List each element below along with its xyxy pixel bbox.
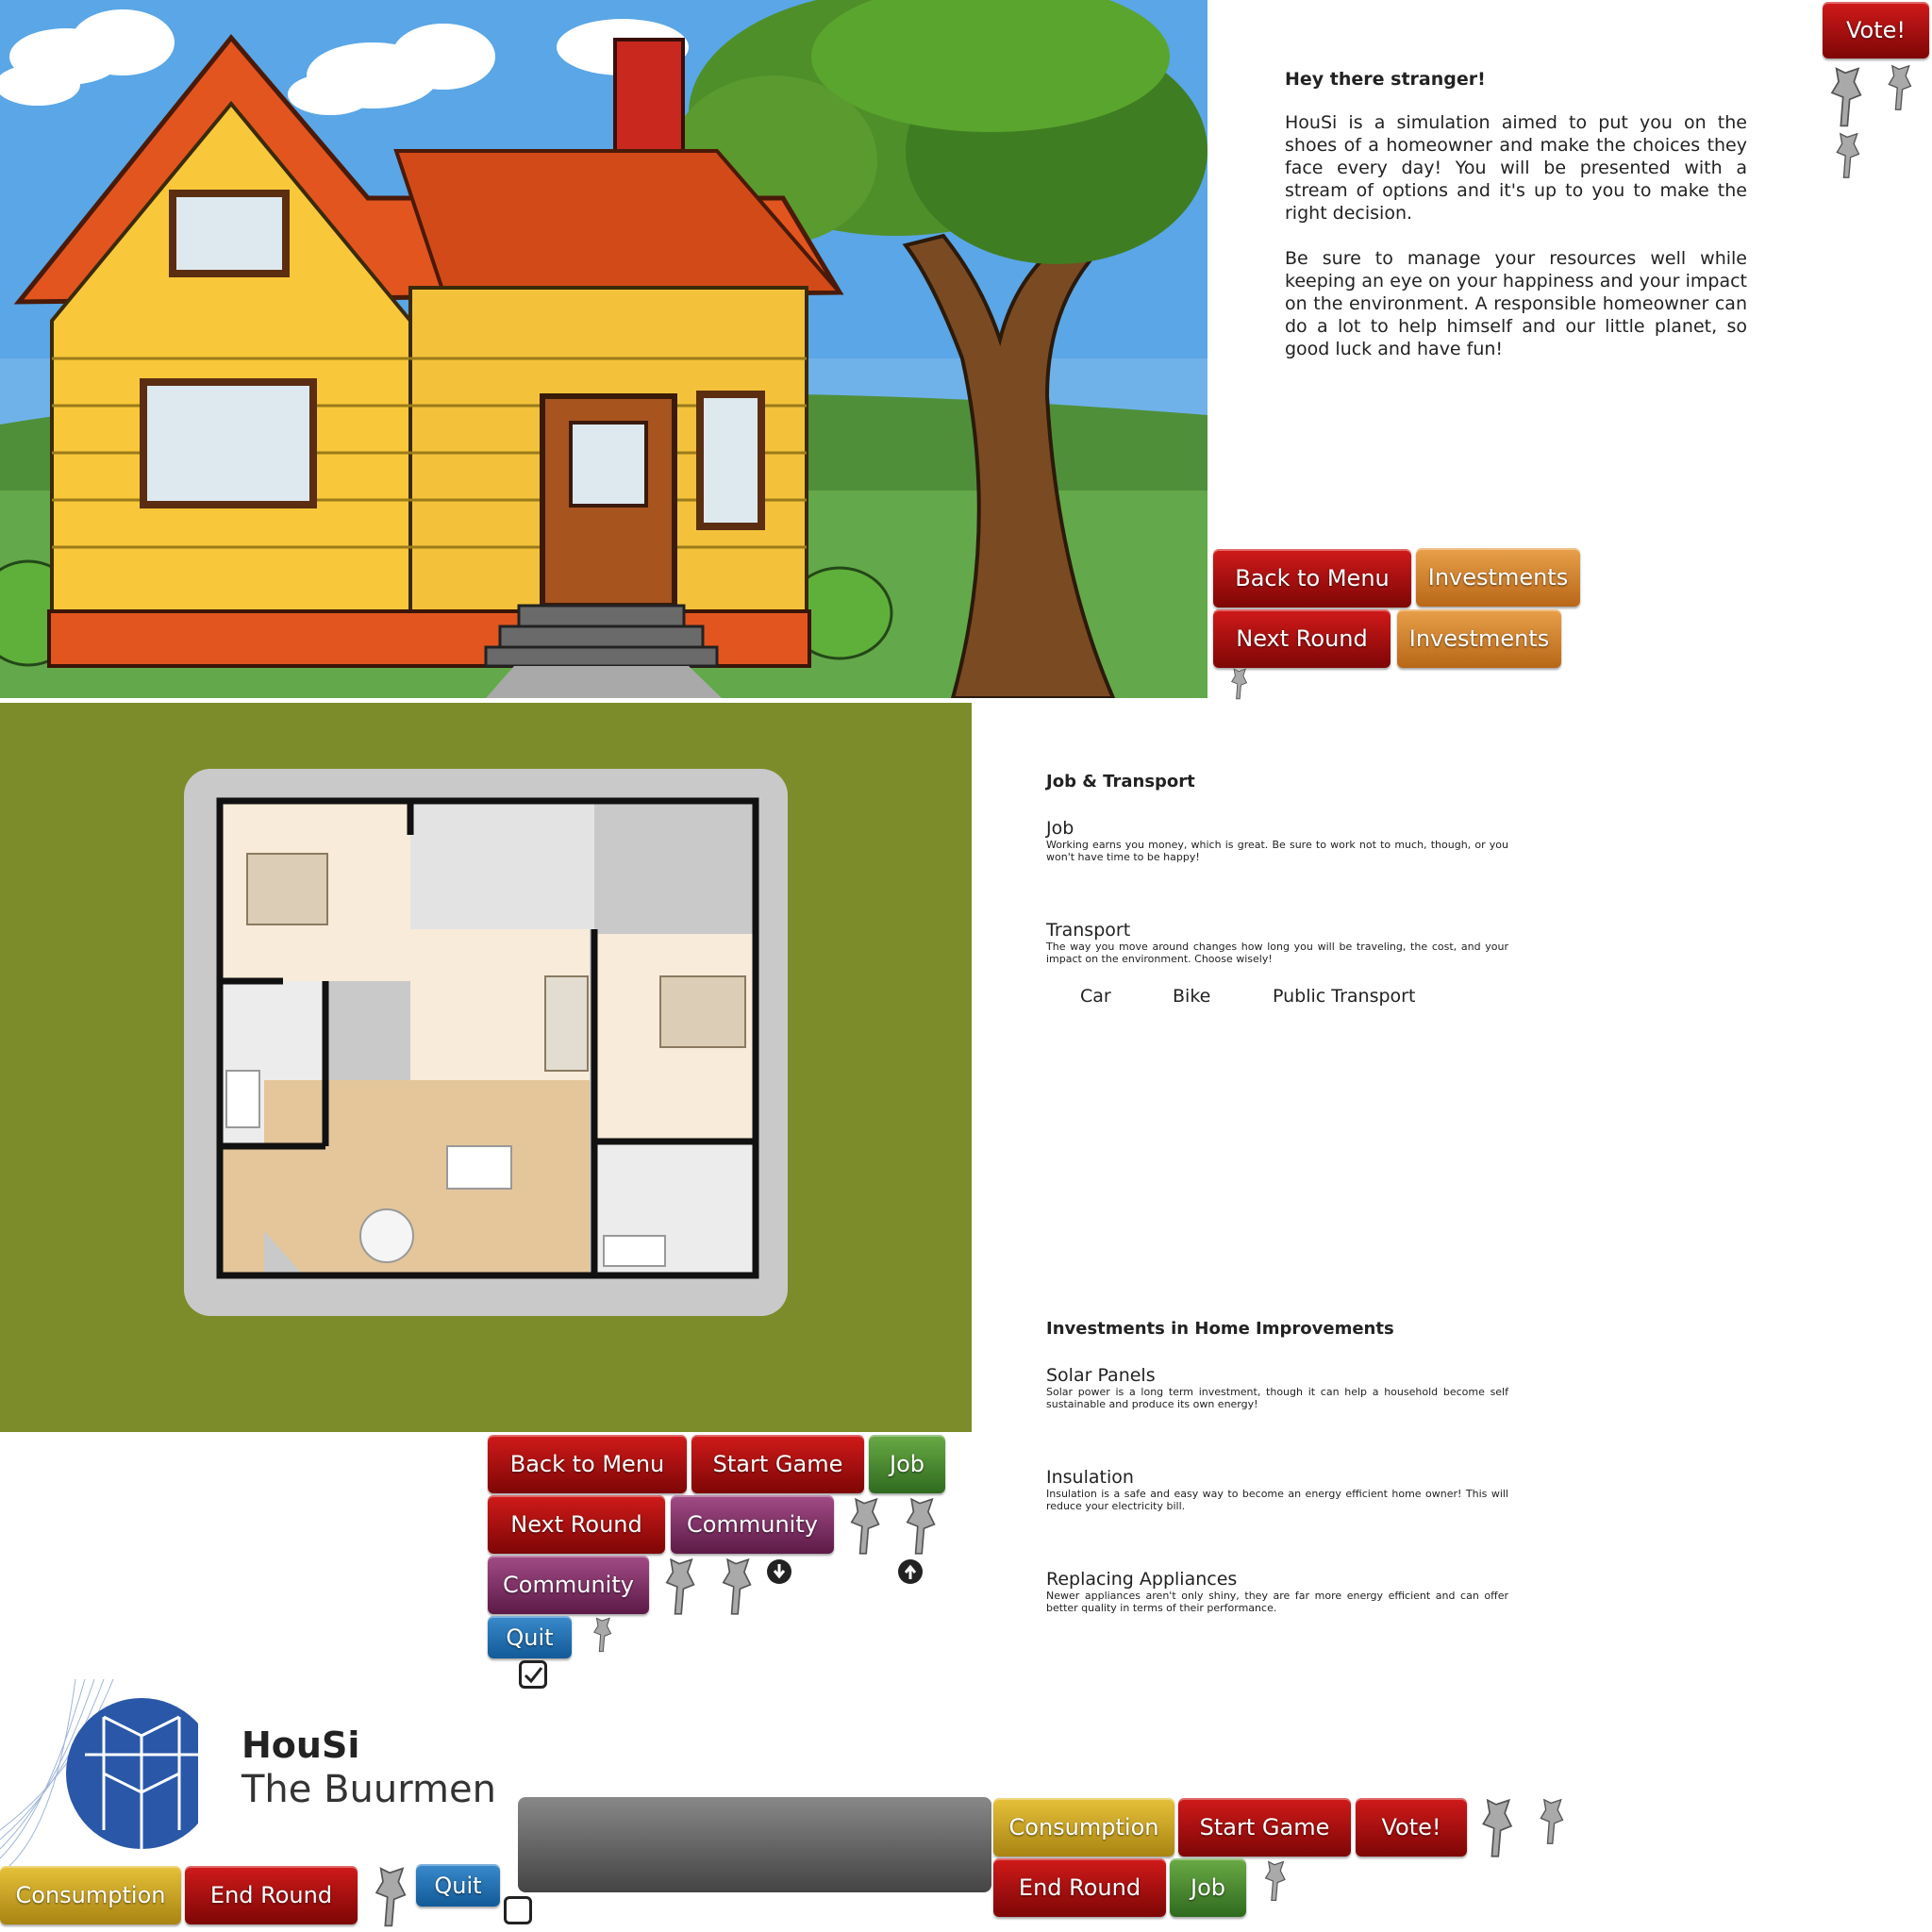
transport-option-bike[interactable]: Bike <box>1173 986 1210 1007</box>
checkmark-icon <box>524 1667 543 1684</box>
figure-icon <box>593 1617 612 1653</box>
figure-icon <box>1540 1798 1564 1844</box>
community-button-pressed[interactable]: Community <box>488 1556 649 1614</box>
figure-icon <box>665 1557 695 1615</box>
figure-icon <box>375 1867 407 1927</box>
start-game-button[interactable]: Start Game <box>691 1435 864 1493</box>
solar-title: Solar Panels <box>1046 1365 1156 1386</box>
app-title: HouSi <box>242 1724 360 1766</box>
figure-icon <box>1482 1798 1513 1857</box>
quit-button[interactable]: Quit <box>488 1616 572 1658</box>
appliances-title: Replacing Appliances <box>1046 1569 1238 1590</box>
checkbox-checked[interactable] <box>519 1660 547 1689</box>
community-button[interactable]: Community <box>671 1495 834 1554</box>
transport-option-public[interactable]: Public Transport <box>1273 986 1415 1007</box>
investments-button-pressed[interactable]: Investments <box>1397 609 1561 668</box>
insulation-title: Insulation <box>1046 1467 1134 1488</box>
job-title: Job <box>1046 818 1074 839</box>
geodesic-logo <box>0 1679 198 1866</box>
job-description: Working earns you money, which is great.… <box>1046 839 1508 863</box>
figure-icon <box>850 1497 880 1555</box>
investments-panel: Investments in Home Improvements Solar P… <box>1046 1319 1537 1614</box>
job-button[interactable]: Job <box>869 1435 945 1493</box>
investments-heading: Investments in Home Improvements <box>1046 1319 1394 1339</box>
figure-icon <box>1231 668 1248 700</box>
vote-button-pressed[interactable]: Vote! <box>1356 1798 1467 1857</box>
welcome-paragraph-2: Be sure to manage your resources well wh… <box>1285 248 1747 359</box>
welcome-heading: Hey there stranger! <box>1285 69 1486 90</box>
end-round-button-pressed[interactable]: End Round <box>993 1858 1166 1917</box>
appliances-description: Newer appliances aren't only shiny, they… <box>1046 1590 1508 1614</box>
start-game-button-pressed[interactable]: Start Game <box>1178 1798 1351 1857</box>
next-round-button[interactable]: Next Round <box>1213 609 1391 668</box>
welcome-panel: Hey there stranger! HouSi is a simulatio… <box>1285 68 1747 383</box>
figure-icon <box>906 1497 936 1555</box>
next-round-button[interactable]: Next Round <box>488 1495 665 1554</box>
back-to-menu-button[interactable]: Back to Menu <box>1213 549 1411 608</box>
job-transport-panel: Job & Transport Job Working earns you mo… <box>1046 772 1537 1010</box>
transport-option-car[interactable]: Car <box>1080 986 1111 1007</box>
insulation-description: Insulation is a safe and easy way to bec… <box>1046 1488 1508 1512</box>
house-illustration <box>0 0 1208 698</box>
figure-icon <box>1264 1860 1286 1902</box>
checkbox-unchecked[interactable] <box>504 1896 532 1924</box>
app-subtitle: The Buurmen <box>242 1768 496 1811</box>
end-round-button[interactable]: End Round <box>185 1866 358 1924</box>
investments-button[interactable]: Investments <box>1416 548 1580 607</box>
consumption-button-pressed[interactable]: Consumption <box>993 1798 1174 1857</box>
arrow-up-icon[interactable] <box>897 1558 924 1585</box>
back-to-menu-button[interactable]: Back to Menu <box>488 1435 687 1493</box>
progress-bar-background <box>518 1797 991 1892</box>
transport-title: Transport <box>1046 920 1131 941</box>
floorplan-image <box>0 703 972 1432</box>
job-button-pressed[interactable]: Job <box>1170 1858 1246 1917</box>
vote-button[interactable]: Vote! <box>1823 2 1929 58</box>
job-transport-heading: Job & Transport <box>1046 772 1195 791</box>
quit-button-pressed[interactable]: Quit <box>416 1864 500 1907</box>
figure-icon <box>1888 64 1912 110</box>
solar-description: Solar power is a long term investment, t… <box>1046 1386 1508 1410</box>
figure-icon <box>722 1557 752 1615</box>
consumption-button[interactable]: Consumption <box>0 1866 181 1924</box>
figure-icon <box>1836 132 1860 178</box>
arrow-down-icon[interactable] <box>766 1558 792 1585</box>
figure-icon <box>1830 67 1862 127</box>
welcome-paragraph-1: HouSi is a simulation aimed to put you o… <box>1285 112 1747 224</box>
transport-description: The way you move around changes how long… <box>1046 941 1508 965</box>
